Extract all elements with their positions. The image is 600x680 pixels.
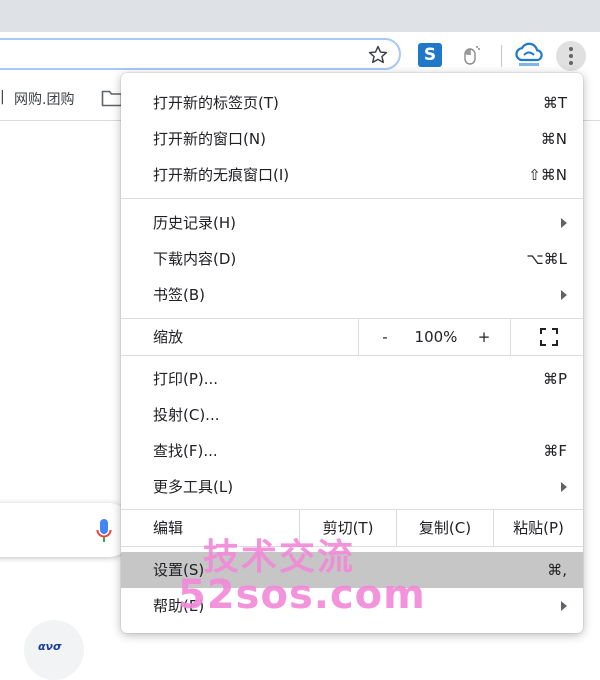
submenu-arrow-icon — [561, 290, 567, 300]
zoom-level: 100% — [414, 328, 458, 346]
bookmark-clipped[interactable]: | — [0, 89, 10, 105]
browser-menu: 打开新的标签页(T) ⌘T 打开新的窗口(N) ⌘N 打开新的无痕窗口(I) ⇧… — [121, 73, 583, 633]
zoom-out-button[interactable]: - — [378, 319, 392, 355]
menu-label: 帮助(E) — [153, 597, 205, 615]
shortcut-logo: ανσ — [38, 640, 62, 653]
menu-label: 打开新的窗口(N) — [153, 130, 266, 148]
menu-shortcut: ⌘F — [543, 442, 567, 460]
page-search-box[interactable] — [0, 503, 135, 557]
menu-shortcut: ⌥⌘L — [526, 250, 567, 268]
menu-help[interactable]: 帮助(E) — [121, 588, 583, 624]
menu-shortcut: ⌘P — [542, 370, 567, 388]
browser-toolbar: S — [0, 32, 600, 78]
menu-edit-row: 编辑 剪切(T) 复制(C) 粘贴(P) — [121, 509, 583, 547]
more-vert-icon[interactable] — [556, 41, 586, 71]
menu-label: 历史记录(H) — [153, 214, 236, 232]
menu-zoom-row: 缩放 - 100% + — [121, 318, 583, 356]
cut-button[interactable]: 剪切(T) — [300, 510, 396, 546]
menu-label: 投射(C)... — [153, 406, 220, 424]
submenu-arrow-icon — [561, 482, 567, 492]
bookmark-item[interactable]: 网购.团购 — [14, 89, 74, 109]
zoom-divider — [510, 319, 511, 355]
menu-new-window[interactable]: 打开新的窗口(N) ⌘N — [121, 121, 583, 157]
address-bar[interactable] — [0, 38, 401, 70]
toolbar-divider — [501, 45, 502, 67]
menu-label: 查找(F)... — [153, 442, 218, 460]
menu-bookmarks[interactable]: 书签(B) — [121, 277, 583, 313]
zoom-label: 缩放 — [153, 328, 184, 346]
submenu-arrow-icon — [561, 601, 567, 611]
menu-more-tools[interactable]: 更多工具(L) — [121, 469, 583, 505]
menu-downloads[interactable]: 下载内容(D) ⌥⌘L — [121, 241, 583, 277]
menu-divider — [121, 198, 583, 199]
menu-label: 设置(S) — [153, 561, 205, 579]
menu-shortcut: ⌘, — [547, 561, 567, 579]
menu-print[interactable]: 打印(P)... ⌘P — [121, 361, 583, 397]
menu-shortcut: ⌘N — [540, 130, 567, 148]
mouse-extension-icon[interactable] — [458, 43, 482, 67]
star-icon[interactable] — [367, 44, 389, 66]
edit-label: 编辑 — [153, 519, 184, 537]
menu-new-tab[interactable]: 打开新的标签页(T) ⌘T — [121, 85, 583, 121]
zoom-in-button[interactable]: + — [477, 319, 491, 355]
menu-label: 打开新的标签页(T) — [153, 94, 279, 112]
menu-label: 打印(P)... — [153, 370, 219, 388]
menu-shortcut: ⌘T — [542, 94, 567, 112]
menu-settings[interactable]: 设置(S) ⌘, — [121, 552, 583, 588]
menu-label: 打开新的无痕窗口(I) — [153, 166, 290, 184]
menu-cast[interactable]: 投射(C)... — [121, 397, 583, 433]
menu-label: 下载内容(D) — [153, 250, 237, 268]
menu-label: 书签(B) — [153, 286, 205, 304]
folder-icon[interactable] — [101, 89, 123, 107]
menu-shortcut: ⇧⌘N — [528, 166, 567, 184]
fullscreen-icon[interactable] — [540, 328, 558, 346]
menu-label: 更多工具(L) — [153, 478, 234, 496]
shortcut-tile[interactable]: ανσ — [24, 620, 84, 680]
submenu-arrow-icon — [561, 218, 567, 228]
microphone-icon[interactable] — [96, 518, 112, 544]
cloud-extension-icon[interactable] — [513, 40, 545, 70]
menu-history[interactable]: 历史记录(H) — [121, 205, 583, 241]
paste-button[interactable]: 粘贴(P) — [494, 510, 583, 546]
tab-strip — [0, 0, 600, 32]
zoom-divider — [358, 319, 359, 355]
menu-find[interactable]: 查找(F)... ⌘F — [121, 433, 583, 469]
menu-new-incognito-window[interactable]: 打开新的无痕窗口(I) ⇧⌘N — [121, 157, 583, 193]
s-extension-icon[interactable]: S — [418, 43, 442, 67]
copy-button[interactable]: 复制(C) — [397, 510, 493, 546]
